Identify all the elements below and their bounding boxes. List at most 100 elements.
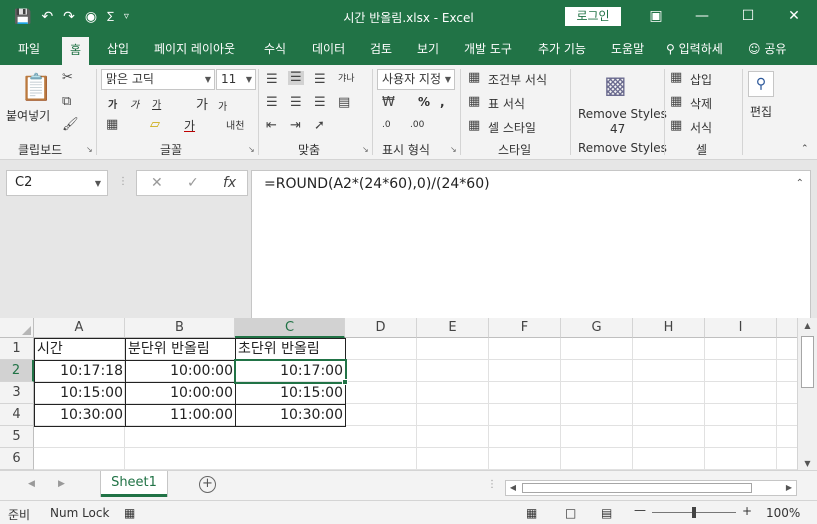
tab-view[interactable]: 보기: [417, 35, 439, 65]
shrink-font-button[interactable]: 가: [218, 98, 227, 113]
align-bottom-icon[interactable]: ☰: [314, 73, 326, 87]
login-button[interactable]: 로그인: [565, 7, 621, 26]
ribbon-display-icon[interactable]: ▣: [633, 0, 679, 35]
insert-cells-button[interactable]: 삽입: [690, 71, 712, 88]
cell-c2[interactable]: 10:17:00: [235, 360, 346, 383]
column-header[interactable]: C: [235, 318, 345, 338]
tab-addins[interactable]: 추가 기능: [538, 35, 586, 65]
scroll-thumb[interactable]: [801, 336, 814, 388]
format-cells-icon[interactable]: ▦: [670, 119, 682, 133]
copy-icon[interactable]: ⧉: [62, 95, 71, 109]
conditional-format-icon[interactable]: ▦: [468, 71, 480, 85]
row-header[interactable]: 5: [0, 426, 34, 448]
merge-center-icon[interactable]: ▤: [338, 96, 350, 110]
column-header[interactable]: G: [561, 318, 633, 338]
percent-button[interactable]: %: [418, 95, 430, 109]
remove-styles-button[interactable]: Remove Styles: [578, 107, 667, 121]
format-symbol-icon[interactable]: ∑: [107, 8, 114, 26]
column-header[interactable]: I: [705, 318, 777, 338]
delete-cells-button[interactable]: 삭제: [690, 95, 712, 112]
column-header[interactable]: F: [489, 318, 561, 338]
save-icon[interactable]: 💾: [14, 8, 31, 26]
tab-home[interactable]: 홈: [62, 37, 90, 65]
row-header[interactable]: 1: [0, 338, 34, 360]
font-color-button[interactable]: 가: [184, 117, 195, 134]
cell-c3[interactable]: 10:15:00: [235, 382, 346, 405]
cell-b2[interactable]: 10:00:00: [125, 360, 236, 383]
close-icon[interactable]: ✕: [771, 0, 817, 35]
underline-button[interactable]: 가: [152, 96, 161, 111]
wrap-text-button[interactable]: 갸나: [338, 71, 355, 84]
splitter-icon[interactable]: ⋮: [487, 479, 497, 490]
next-sheet-icon[interactable]: ▶: [58, 479, 65, 489]
font-size-combo[interactable]: 11 ▼: [216, 69, 256, 90]
cancel-icon[interactable]: ✕: [151, 175, 163, 191]
fill-handle[interactable]: [342, 379, 348, 385]
page-layout-view-icon[interactable]: □: [565, 506, 576, 520]
format-painter-icon[interactable]: 🖌: [62, 118, 79, 132]
align-left-icon[interactable]: ☰: [266, 96, 278, 110]
tab-formulas[interactable]: 수식: [264, 35, 286, 65]
row-header[interactable]: 3: [0, 382, 34, 404]
scroll-up-icon[interactable]: ▲: [798, 318, 817, 334]
orientation-icon[interactable]: ➚: [314, 119, 325, 133]
number-format-combo[interactable]: 사용자 지정 ▼: [377, 69, 455, 90]
sheet-tab[interactable]: Sheet1: [101, 471, 167, 497]
bold-button[interactable]: 가: [108, 96, 117, 111]
cell-a3[interactable]: 10:15:00: [34, 382, 126, 405]
column-header[interactable]: H: [633, 318, 705, 338]
cell-b4[interactable]: 11:00:00: [125, 404, 236, 427]
vertical-scrollbar[interactable]: ▲ ▼: [797, 318, 817, 474]
search-icon[interactable]: ⚲: [748, 71, 774, 97]
tab-help[interactable]: 도움말: [611, 35, 644, 65]
cell-c1[interactable]: 초단위 반올림: [235, 338, 346, 361]
insert-function-icon[interactable]: fx: [223, 175, 236, 191]
cell-styles-button[interactable]: 셀 스타일: [488, 119, 536, 136]
decrease-indent-icon[interactable]: ⇤: [266, 119, 277, 133]
conditional-format-button[interactable]: 조건부 서식: [488, 71, 547, 88]
tab-page-layout[interactable]: 페이지 레이아웃: [154, 35, 235, 65]
tab-file[interactable]: 파일: [18, 35, 40, 65]
increase-decimal-button[interactable]: .0: [382, 120, 391, 130]
enter-icon[interactable]: ✓: [187, 175, 199, 191]
add-sheet-icon[interactable]: +: [199, 476, 216, 493]
paste-icon[interactable]: 📋: [20, 73, 52, 103]
tab-developer[interactable]: 개발 도구: [464, 35, 512, 65]
undo-icon[interactable]: ↶: [41, 8, 53, 26]
zoom-in-icon[interactable]: +: [742, 504, 752, 518]
cell-a2[interactable]: 10:17:18: [34, 360, 126, 383]
font-name-combo[interactable]: 맑은 고딕 ▼: [101, 69, 215, 90]
table-format-icon[interactable]: ▦: [468, 95, 480, 109]
maximize-icon[interactable]: ☐: [725, 0, 771, 35]
format-as-table-button[interactable]: 표 서식: [488, 95, 525, 112]
zoom-slider-thumb[interactable]: [692, 507, 696, 518]
tell-me-search[interactable]: ⚲ 입력하세: [666, 35, 723, 65]
italic-button[interactable]: 가: [130, 96, 139, 111]
normal-view-icon[interactable]: ▦: [526, 506, 537, 520]
paste-button[interactable]: 붙여넣기: [6, 107, 50, 124]
row-header[interactable]: 2: [0, 360, 34, 382]
dialog-launcher-icon[interactable]: ↘: [362, 145, 369, 154]
column-header[interactable]: E: [417, 318, 489, 338]
cell-b1[interactable]: 분단위 반올림: [125, 338, 236, 361]
dialog-launcher-icon[interactable]: ↘: [248, 145, 255, 154]
format-cells-button[interactable]: 서식: [690, 119, 712, 136]
cell-styles-icon[interactable]: ▦: [468, 119, 480, 133]
row-header[interactable]: 6: [0, 448, 34, 470]
decrease-decimal-button[interactable]: .00: [410, 120, 424, 130]
select-all-corner[interactable]: [0, 318, 34, 338]
align-top-icon[interactable]: ☰: [266, 73, 278, 87]
column-header[interactable]: A: [34, 318, 125, 338]
camera-icon[interactable]: ◉: [85, 8, 97, 26]
column-header[interactable]: D: [345, 318, 417, 338]
macro-record-icon[interactable]: ▦: [124, 506, 135, 520]
zoom-out-icon[interactable]: —: [634, 503, 646, 517]
phonetic-button[interactable]: 내천: [226, 117, 244, 132]
insert-cells-icon[interactable]: ▦: [670, 71, 682, 85]
customize-qat-icon[interactable]: ▿: [124, 8, 129, 26]
grow-font-button[interactable]: 가: [196, 94, 208, 113]
dialog-launcher-icon[interactable]: ↘: [86, 145, 93, 154]
page-break-view-icon[interactable]: ▤: [601, 506, 612, 520]
name-box[interactable]: C2 ▼: [6, 170, 108, 196]
align-center-icon[interactable]: ☰: [290, 96, 302, 110]
